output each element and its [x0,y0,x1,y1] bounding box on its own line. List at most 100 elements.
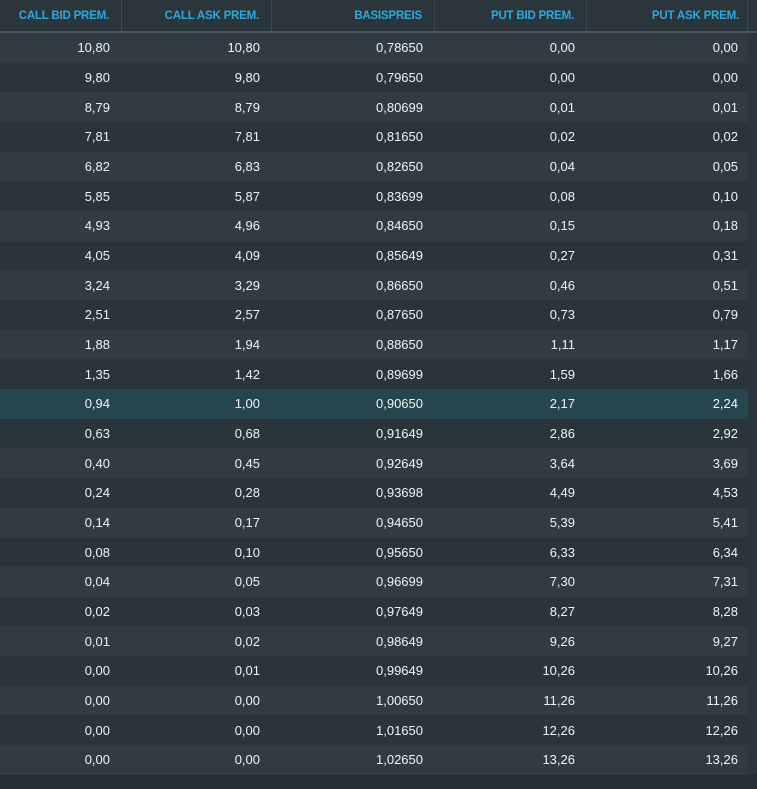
call-bid-prem-value: 0,00 [0,752,122,767]
put-ask-prem-value: 13,26 [587,752,748,767]
table-row[interactable]: 10,80 10,80 0,78650 0,00 0,00 [0,33,757,63]
basispreis-value: 0,98649 [272,634,435,649]
call-ask-prem-value: 7,81 [122,129,272,144]
put-bid-prem-value: 3,64 [435,456,587,471]
call-bid-prem-value: 0,63 [0,426,122,441]
table-row[interactable]: 0,04 0,05 0,96699 7,30 7,31 [0,567,757,597]
basispreis-value: 0,92649 [272,456,435,471]
put-ask-prem-value: 0,02 [587,129,748,144]
put-ask-prem-value: 0,00 [587,40,748,55]
table-row[interactable]: 0,40 0,45 0,92649 3,64 3,69 [0,448,757,478]
table-row[interactable]: 0,00 0,00 1,01650 12,26 12,26 [0,715,757,745]
call-ask-prem-value: 4,09 [122,248,272,263]
basispreis-value: 0,83699 [272,189,435,204]
basispreis-value: 0,93698 [272,485,435,500]
column-header-call-bid-prem[interactable]: CALL BID PREM. [0,0,122,31]
put-bid-prem-value: 6,33 [435,545,587,560]
put-ask-prem-value: 2,92 [587,426,748,441]
basispreis-value: 1,00650 [272,693,435,708]
options-chain-table: CALL BID PREM. CALL ASK PREM. BASISPREIS… [0,0,757,775]
basispreis-value: 0,90650 [272,396,435,411]
column-header-call-ask-prem[interactable]: CALL ASK PREM. [122,0,272,31]
call-bid-prem-value: 8,79 [0,100,122,115]
basispreis-value: 0,95650 [272,545,435,560]
table-row[interactable]: 0,00 0,01 0,99649 10,26 10,26 [0,656,757,686]
put-bid-prem-value: 0,04 [435,159,587,174]
vertical-scrollbar-track[interactable] [748,33,757,775]
basispreis-value: 0,84650 [272,218,435,233]
column-header-put-bid-prem[interactable]: PUT BID PREM. [435,0,587,31]
basispreis-value: 0,85649 [272,248,435,263]
call-bid-prem-value: 7,81 [0,129,122,144]
basispreis-value: 0,88650 [272,337,435,352]
table-row[interactable]: 0,14 0,17 0,94650 5,39 5,41 [0,508,757,538]
table-row[interactable]: 6,82 6,83 0,82650 0,04 0,05 [0,152,757,182]
put-ask-prem-value: 1,17 [587,337,748,352]
put-ask-prem-value: 4,53 [587,485,748,500]
call-bid-prem-value: 5,85 [0,189,122,204]
put-ask-prem-value: 0,01 [587,100,748,115]
call-bid-prem-value: 0,94 [0,396,122,411]
table-row[interactable]: 0,02 0,03 0,97649 8,27 8,28 [0,597,757,627]
basispreis-value: 0,99649 [272,663,435,678]
horizontal-scrollbar-track[interactable] [0,775,757,789]
put-ask-prem-value: 6,34 [587,545,748,560]
table-row[interactable]: 0,01 0,02 0,98649 9,26 9,27 [0,626,757,656]
table-row[interactable]: 5,85 5,87 0,83699 0,08 0,10 [0,181,757,211]
basispreis-value: 1,01650 [272,723,435,738]
table-row-highlighted[interactable]: 0,94 1,00 0,90650 2,17 2,24 [0,389,757,419]
put-bid-prem-value: 1,11 [435,337,587,352]
basispreis-value: 0,96699 [272,574,435,589]
table-row[interactable]: 4,93 4,96 0,84650 0,15 0,18 [0,211,757,241]
basispreis-value: 0,89699 [272,367,435,382]
call-bid-prem-value: 3,24 [0,278,122,293]
put-ask-prem-value: 0,05 [587,159,748,174]
put-bid-prem-value: 0,27 [435,248,587,263]
call-ask-prem-value: 0,03 [122,604,272,619]
call-ask-prem-value: 1,42 [122,367,272,382]
put-ask-prem-value: 0,00 [587,70,748,85]
put-bid-prem-value: 2,86 [435,426,587,441]
call-ask-prem-value: 1,94 [122,337,272,352]
call-ask-prem-value: 0,00 [122,752,272,767]
table-row[interactable]: 4,05 4,09 0,85649 0,27 0,31 [0,241,757,271]
call-ask-prem-value: 3,29 [122,278,272,293]
call-ask-prem-value: 0,05 [122,574,272,589]
put-ask-prem-value: 5,41 [587,515,748,530]
table-row[interactable]: 9,80 9,80 0,79650 0,00 0,00 [0,63,757,93]
table-row[interactable]: 2,51 2,57 0,87650 0,73 0,79 [0,300,757,330]
table-row[interactable]: 0,00 0,00 1,00650 11,26 11,26 [0,686,757,716]
call-bid-prem-value: 4,93 [0,218,122,233]
column-header-put-ask-prem[interactable]: PUT ASK PREM. [587,0,748,31]
put-ask-prem-value: 11,26 [587,693,748,708]
call-bid-prem-value: 0,01 [0,634,122,649]
basispreis-value: 0,86650 [272,278,435,293]
call-bid-prem-value: 2,51 [0,307,122,322]
column-header-basispreis[interactable]: BASISPREIS [272,0,435,31]
put-bid-prem-value: 0,46 [435,278,587,293]
call-ask-prem-value: 0,68 [122,426,272,441]
table-body: 10,80 10,80 0,78650 0,00 0,00 9,80 9,80 … [0,33,757,775]
table-row[interactable]: 0,63 0,68 0,91649 2,86 2,92 [0,419,757,449]
table-row[interactable]: 8,79 8,79 0,80699 0,01 0,01 [0,92,757,122]
table-row[interactable]: 1,88 1,94 0,88650 1,11 1,17 [0,330,757,360]
call-ask-prem-value: 0,28 [122,485,272,500]
put-bid-prem-value: 0,00 [435,40,587,55]
call-bid-prem-value: 1,88 [0,337,122,352]
put-ask-prem-value: 0,18 [587,218,748,233]
call-bid-prem-value: 4,05 [0,248,122,263]
call-ask-prem-value: 0,02 [122,634,272,649]
put-bid-prem-value: 0,15 [435,218,587,233]
put-bid-prem-value: 0,01 [435,100,587,115]
table-row[interactable]: 0,08 0,10 0,95650 6,33 6,34 [0,537,757,567]
table-row[interactable]: 7,81 7,81 0,81650 0,02 0,02 [0,122,757,152]
table-row[interactable]: 0,24 0,28 0,93698 4,49 4,53 [0,478,757,508]
put-ask-prem-value: 3,69 [587,456,748,471]
table-row[interactable]: 3,24 3,29 0,86650 0,46 0,51 [0,270,757,300]
basispreis-value: 0,80699 [272,100,435,115]
put-ask-prem-value: 2,24 [587,396,748,411]
table-row[interactable]: 1,35 1,42 0,89699 1,59 1,66 [0,359,757,389]
basispreis-value: 0,81650 [272,129,435,144]
put-bid-prem-value: 9,26 [435,634,587,649]
table-row[interactable]: 0,00 0,00 1,02650 13,26 13,26 [0,745,757,775]
